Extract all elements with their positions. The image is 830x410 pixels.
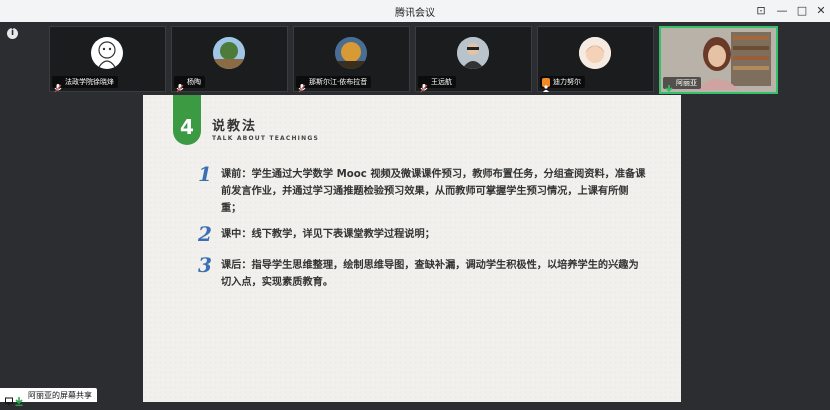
- participant-name: 法政学院徐晓烽: [65, 78, 114, 86]
- list-item-text: 课前：学生通过大学数学 Mooc 视频及微课课件预习，教师布置任务，分组查阅资料…: [221, 169, 646, 214]
- screen-share-label: 阿丽亚的屏幕共享: [28, 390, 92, 400]
- section-number-badge: 4: [173, 95, 201, 145]
- download-arrow-icon: [15, 391, 23, 406]
- shared-slide: 4 说教法 TALK ABOUT TEACHINGS 1 课前：学生通过大学数学…: [143, 95, 681, 402]
- microphone-icon: [176, 78, 184, 92]
- participant-strip: i 法政学院徐晓烽 杨陶 那斯尔江·依布拉音 王远航 迪力努尔 阿丽亚: [0, 22, 830, 95]
- participant-name: 那斯尔江·依布拉音: [309, 78, 368, 86]
- participant-name-bar: 杨陶: [174, 76, 205, 92]
- section-title: 说教法: [212, 119, 258, 134]
- avatar: [457, 37, 489, 69]
- participant-name-bar: 王远航: [418, 76, 456, 92]
- avatar: [579, 37, 611, 69]
- participant-tile[interactable]: 王远航: [415, 26, 532, 92]
- participant-name-bar: 那斯尔江·依布拉音: [296, 76, 372, 92]
- screen-share-icon: [665, 79, 673, 94]
- participant-name-bar: 迪力努尔: [540, 76, 585, 92]
- monitor-icon: [5, 391, 13, 405]
- microphone-icon: [54, 78, 62, 92]
- microphone-icon: [298, 78, 306, 92]
- info-icon[interactable]: i: [7, 28, 18, 39]
- avatar: [335, 37, 367, 69]
- participant-name-bar: 阿丽亚: [663, 77, 701, 94]
- minimize-button[interactable]: —: [774, 3, 790, 19]
- pin-icon[interactable]: ⊡: [753, 3, 769, 19]
- list-item-text: 课中：线下教学，详见下表课堂教学过程说明；: [221, 229, 435, 240]
- list-item-number: 1: [198, 162, 212, 186]
- list-item-number: 2: [198, 222, 212, 246]
- window-title: 腾讯会议: [395, 8, 435, 19]
- participant-name: 阿丽亚: [676, 79, 697, 87]
- avatar: [213, 37, 245, 69]
- avatar: [91, 37, 123, 69]
- participant-tile[interactable]: 迪力努尔: [537, 26, 654, 92]
- screen-share-indicator[interactable]: 阿丽亚的屏幕共享: [0, 388, 97, 406]
- participant-name: 迪力努尔: [553, 78, 581, 86]
- participant-name: 王远航: [431, 78, 452, 86]
- participant-tile-active[interactable]: 阿丽亚: [659, 26, 778, 94]
- participant-tile[interactable]: 那斯尔江·依布拉音: [293, 26, 410, 92]
- participant-name: 杨陶: [187, 78, 201, 86]
- title-bar: 腾讯会议 ⊡ — □ ✕: [0, 0, 830, 23]
- participant-tile[interactable]: 法政学院徐晓烽: [49, 26, 166, 92]
- user-icon: [542, 77, 550, 92]
- participant-name-bar: 法政学院徐晓烽: [52, 76, 118, 92]
- microphone-icon: [420, 78, 428, 92]
- section-subtitle: TALK ABOUT TEACHINGS: [212, 135, 319, 142]
- close-button[interactable]: ✕: [813, 3, 829, 19]
- maximize-button[interactable]: □: [794, 3, 810, 19]
- list-item-text: 课后：指导学生思维整理，绘制思维导图，查缺补漏，调动学生积极性，以培养学生的兴趣…: [221, 260, 639, 288]
- list-item-number: 3: [198, 253, 212, 277]
- participant-tile[interactable]: 杨陶: [171, 26, 288, 92]
